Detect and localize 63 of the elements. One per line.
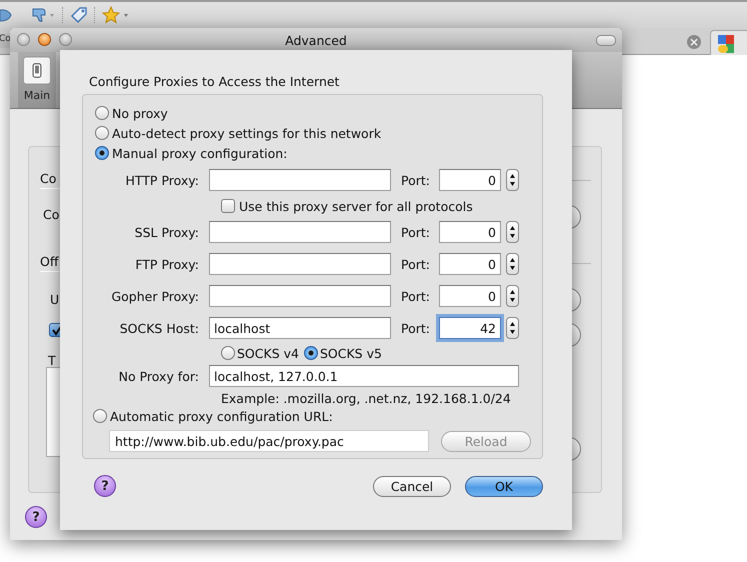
radio-button[interactable] <box>95 126 109 140</box>
tag-icon[interactable] <box>70 6 88 24</box>
minimize-button[interactable] <box>38 33 51 46</box>
checkbox[interactable] <box>221 199 235 213</box>
port-label: Port: <box>400 172 431 188</box>
example-hint: Example: .mozilla.org, .net.nz, 192.168.1.0/24 <box>221 391 512 406</box>
radio-label[interactable]: SOCKS v5 <box>320 346 382 360</box>
colored-tiles-icon <box>718 35 734 53</box>
field-label: No Proxy for: <box>118 368 200 384</box>
toolbar-item[interactable]: Main <box>18 52 56 108</box>
close-button[interactable] <box>17 33 30 46</box>
stepper[interactable] <box>506 317 519 339</box>
dialog-button[interactable]: Cancel <box>373 476 451 496</box>
toolbar-toggle-button[interactable] <box>596 35 616 46</box>
host-field[interactable]: localhost <box>209 317 391 339</box>
no-proxy-field[interactable]: localhost, 127.0.0.1 <box>209 365 519 387</box>
port-field[interactable]: 0 <box>439 169 501 191</box>
port-label: Port: <box>400 256 431 272</box>
radio-button[interactable] <box>95 106 109 120</box>
switch-icon <box>22 56 52 85</box>
help-button[interactable]: ? <box>25 506 47 528</box>
radio-label[interactable]: Automatic proxy configuration URL: <box>110 408 333 424</box>
checkbox-label[interactable]: Use this proxy server for all protocols <box>239 198 473 214</box>
port-field[interactable]: 42 <box>439 317 501 339</box>
radio-label[interactable]: SOCKS v4 <box>237 346 299 360</box>
host-field[interactable] <box>209 285 391 307</box>
radio-button[interactable] <box>221 346 235 360</box>
field-label: SSL Proxy: <box>134 224 200 240</box>
setting-label: U <box>50 292 60 307</box>
dialog-button[interactable]: OK <box>465 476 543 496</box>
setting-label: Co <box>43 207 60 222</box>
port-label: Port: <box>400 288 431 304</box>
browser-tab[interactable] <box>710 30 747 55</box>
radio-button[interactable] <box>95 146 109 160</box>
field-label: HTTP Proxy: <box>124 172 200 188</box>
radio-label[interactable]: Auto-detect proxy settings for this network <box>112 126 382 140</box>
stepper[interactable] <box>506 285 519 307</box>
window-title: Advanced <box>285 32 347 48</box>
sheet-heading: Configure Proxies to Access the Internet <box>89 74 340 89</box>
port-field[interactable]: 0 <box>439 285 501 307</box>
radio-label[interactable]: Manual proxy configuration: <box>112 146 288 160</box>
radio-button[interactable] <box>93 409 107 423</box>
help-button[interactable]: ? <box>94 475 116 497</box>
port-field[interactable]: 0 <box>439 221 501 243</box>
field-label: SOCKS Host: <box>118 320 200 336</box>
zoom-button[interactable] <box>59 33 72 46</box>
host-field[interactable] <box>209 253 391 275</box>
port-label: Port: <box>400 224 431 240</box>
url-field[interactable]: http://www.bib.ub.edu/pac/proxy.pac <box>109 430 429 452</box>
thumbs-down-icon[interactable] <box>32 7 56 23</box>
stepper[interactable] <box>506 221 519 243</box>
host-field[interactable] <box>209 169 391 191</box>
star-icon[interactable] <box>102 6 130 24</box>
stepper[interactable] <box>506 253 519 275</box>
radio-label[interactable]: No proxy <box>112 106 168 120</box>
field-label: Gopher Proxy: <box>110 288 200 304</box>
radio-button[interactable] <box>304 346 318 360</box>
host-field[interactable] <box>209 221 391 243</box>
stepper[interactable] <box>506 169 519 191</box>
setting-label: T <box>48 353 56 368</box>
field-label: FTP Proxy: <box>134 256 200 272</box>
port-field[interactable]: 0 <box>439 253 501 275</box>
port-label: Port: <box>400 320 431 336</box>
